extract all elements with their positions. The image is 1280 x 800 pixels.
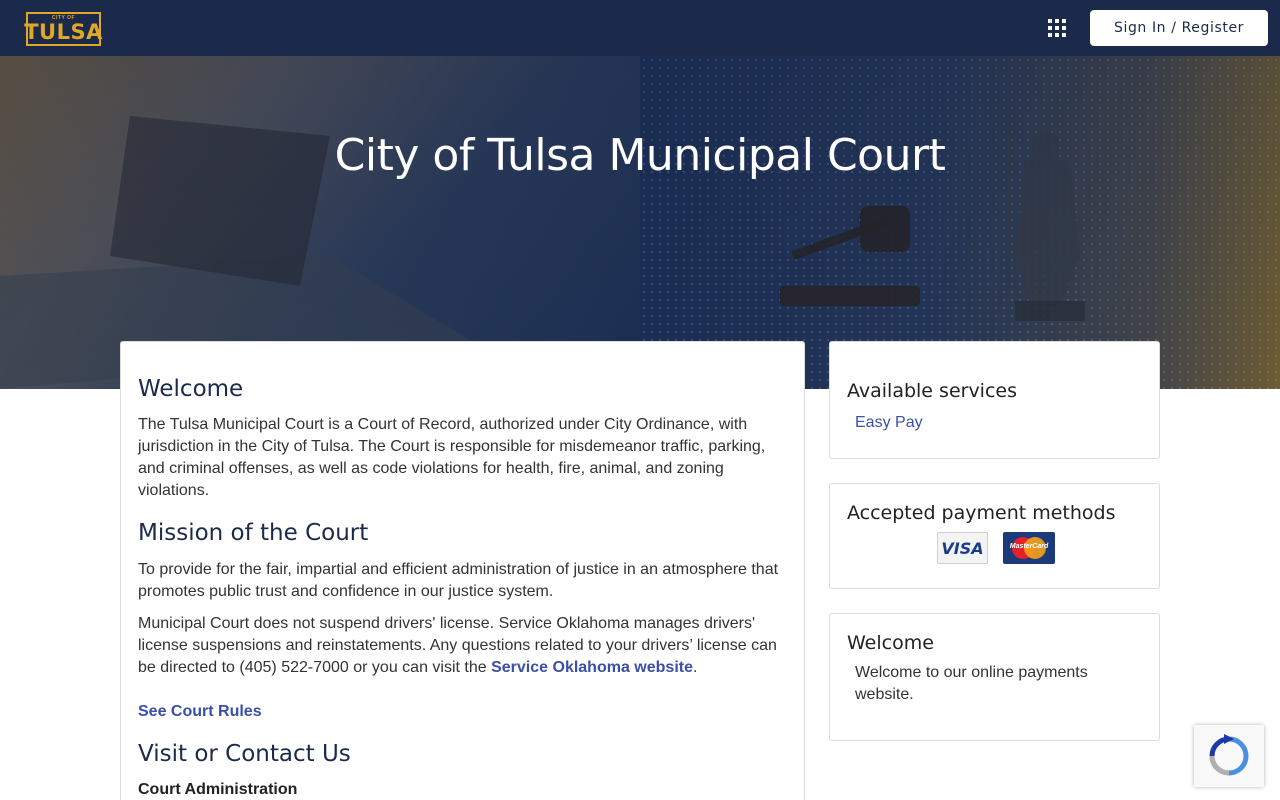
welcome-card-title: Welcome bbox=[847, 632, 934, 654]
license-text-end: . bbox=[692, 659, 698, 676]
hero-overlay bbox=[0, 56, 1280, 389]
available-services-title: Available services bbox=[847, 380, 1017, 402]
payment-methods-title: Accepted payment methods bbox=[847, 502, 1116, 524]
sign-in-register-button[interactable]: Sign In / Register bbox=[1090, 10, 1268, 46]
payment-methods-card: Accepted payment methods VISA MasterCard bbox=[829, 483, 1160, 589]
logo-main-text: TULSA bbox=[24, 20, 103, 44]
mastercard-label: MasterCard bbox=[1009, 543, 1049, 550]
easy-pay-link[interactable]: Easy Pay bbox=[855, 414, 923, 432]
see-court-rules-link[interactable]: See Court Rules bbox=[138, 703, 262, 720]
mastercard-icon: MasterCard bbox=[1003, 532, 1055, 564]
contact-heading: Visit or Contact Us bbox=[138, 741, 351, 767]
service-oklahoma-link[interactable]: Service Oklahoma website bbox=[491, 659, 693, 676]
grid-apps-icon[interactable] bbox=[1048, 19, 1066, 37]
page-title: City of Tulsa Municipal Court bbox=[334, 130, 946, 181]
welcome-heading: Welcome bbox=[138, 376, 244, 402]
visa-card-icon: VISA bbox=[937, 532, 988, 564]
hero-banner: City of Tulsa Municipal Court bbox=[0, 56, 1280, 389]
welcome-card: Welcome Welcome to our online payments w… bbox=[829, 613, 1160, 741]
recaptcha-badge[interactable] bbox=[1194, 725, 1264, 787]
mission-heading: Mission of the Court bbox=[138, 520, 369, 546]
city-of-tulsa-logo[interactable]: CITY OF TULSA bbox=[24, 12, 103, 46]
court-administration-label: Court Administration bbox=[138, 781, 298, 798]
top-navbar: CITY OF TULSA Sign In / Register bbox=[0, 0, 1280, 56]
main-content-card: Welcome The Tulsa Municipal Court is a C… bbox=[120, 341, 805, 800]
recaptcha-icon bbox=[1209, 734, 1249, 776]
welcome-card-text: Welcome to our online payments website. bbox=[855, 664, 1088, 703]
mission-text: To provide for the fair, impartial and e… bbox=[138, 561, 779, 600]
license-paragraph: Municipal Court does not suspend drivers… bbox=[138, 613, 788, 679]
welcome-text: The Tulsa Municipal Court is a Court of … bbox=[138, 416, 766, 499]
court-rules-row: See Court Rules bbox=[138, 701, 788, 723]
visa-label: VISA bbox=[941, 538, 984, 558]
available-services-card: Available services Easy Pay bbox=[829, 341, 1160, 459]
